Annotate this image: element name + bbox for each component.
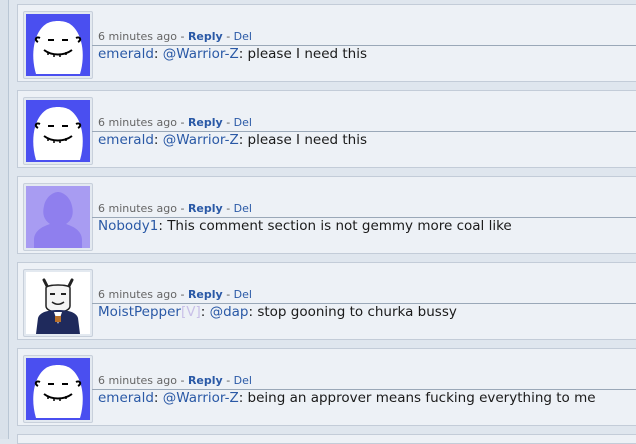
separator: -: [222, 30, 234, 43]
separator: :: [158, 218, 168, 234]
cartoon-goat-icon: [26, 272, 90, 334]
comment-body: MoistPepper[V]: @dap: stop gooning to ch…: [98, 304, 457, 320]
comment-body: Nobody1: This comment section is not gem…: [98, 218, 512, 234]
comment-body: emerald: @Warrior-Z: please I need this: [98, 132, 367, 148]
comment-text: being an approver means fucking everythi…: [247, 390, 596, 406]
username-link[interactable]: emerald: [98, 132, 154, 148]
separator: -: [176, 374, 188, 387]
timestamp: 6 minutes ago: [98, 374, 177, 387]
avatar[interactable]: [23, 183, 93, 251]
username-link[interactable]: Nobody1: [98, 218, 158, 234]
reply-link[interactable]: Reply: [188, 288, 223, 301]
mention-link[interactable]: @dap: [210, 304, 249, 320]
comment-meta: 6 minutes ago - Reply - Del: [98, 116, 252, 129]
comment-item: 6 minutes ago - Reply - Del MoistPepper[…: [17, 262, 636, 340]
separator: :: [238, 390, 248, 406]
default-silhouette-icon: [26, 186, 90, 248]
avatar[interactable]: [23, 11, 93, 79]
blob-face-icon: [26, 358, 90, 420]
separator: :: [238, 132, 248, 148]
timestamp: 6 minutes ago: [98, 30, 177, 43]
username-link[interactable]: emerald: [98, 390, 154, 406]
separator: :: [153, 46, 163, 62]
separator: -: [222, 116, 234, 129]
comment-item: 6 minutes ago - Reply - Del emerald: @Wa…: [17, 348, 636, 426]
username-link[interactable]: MoistPepper: [98, 304, 181, 320]
username-link[interactable]: emerald: [98, 46, 154, 62]
separator: -: [176, 30, 188, 43]
delete-link[interactable]: Del: [234, 374, 252, 387]
separator: -: [176, 116, 188, 129]
separator: :: [238, 46, 248, 62]
comment-text: This comment section is not gemmy more c…: [167, 218, 512, 234]
avatar[interactable]: [23, 97, 93, 165]
comment-body: emerald: @Warrior-Z: please I need this: [98, 46, 367, 62]
user-flair-badge: [V]: [180, 304, 201, 320]
separator: :: [200, 304, 210, 320]
reply-link[interactable]: Reply: [188, 374, 223, 387]
comment-meta: 6 minutes ago - Reply - Del: [98, 374, 252, 387]
mention-link[interactable]: @Warrior-Z: [163, 46, 239, 62]
comment-item: 6 minutes ago - Reply - Del emerald: @Wa…: [17, 90, 636, 168]
separator: :: [153, 390, 163, 406]
timestamp: 6 minutes ago: [98, 288, 177, 301]
separator: :: [153, 132, 163, 148]
reply-link[interactable]: Reply: [188, 202, 223, 215]
comment-text: stop gooning to churka bussy: [257, 304, 457, 320]
timestamp: 6 minutes ago: [98, 202, 177, 215]
comment-item-partial: [17, 434, 636, 444]
blob-face-icon: [26, 14, 90, 76]
avatar[interactable]: [23, 355, 93, 423]
blob-face-icon: [26, 100, 90, 162]
separator: -: [176, 288, 188, 301]
delete-link[interactable]: Del: [234, 202, 252, 215]
comment-feed: 6 minutes ago - Reply - Del emerald: @Wa…: [9, 0, 636, 444]
separator: -: [222, 202, 234, 215]
delete-link[interactable]: Del: [234, 30, 252, 43]
avatar[interactable]: [23, 269, 93, 337]
mention-link[interactable]: @Warrior-Z: [163, 390, 239, 406]
separator: -: [222, 374, 234, 387]
mention-link[interactable]: @Warrior-Z: [163, 132, 239, 148]
comment-text: please I need this: [247, 132, 367, 148]
comment-text: please I need this: [247, 46, 367, 62]
comment-body: emerald: @Warrior-Z: being an approver m…: [98, 390, 596, 406]
comment-item: 6 minutes ago - Reply - Del Nobody1: Thi…: [17, 176, 636, 254]
timestamp: 6 minutes ago: [98, 116, 177, 129]
reply-link[interactable]: Reply: [188, 116, 223, 129]
reply-link[interactable]: Reply: [188, 30, 223, 43]
delete-link[interactable]: Del: [234, 116, 252, 129]
delete-link[interactable]: Del: [234, 288, 252, 301]
comment-item: 6 minutes ago - Reply - Del emerald: @Wa…: [17, 4, 636, 82]
separator: -: [222, 288, 234, 301]
separator: -: [176, 202, 188, 215]
left-gutter: [0, 0, 9, 439]
comment-meta: 6 minutes ago - Reply - Del: [98, 202, 252, 215]
comment-meta: 6 minutes ago - Reply - Del: [98, 30, 252, 43]
comment-meta: 6 minutes ago - Reply - Del: [98, 288, 252, 301]
